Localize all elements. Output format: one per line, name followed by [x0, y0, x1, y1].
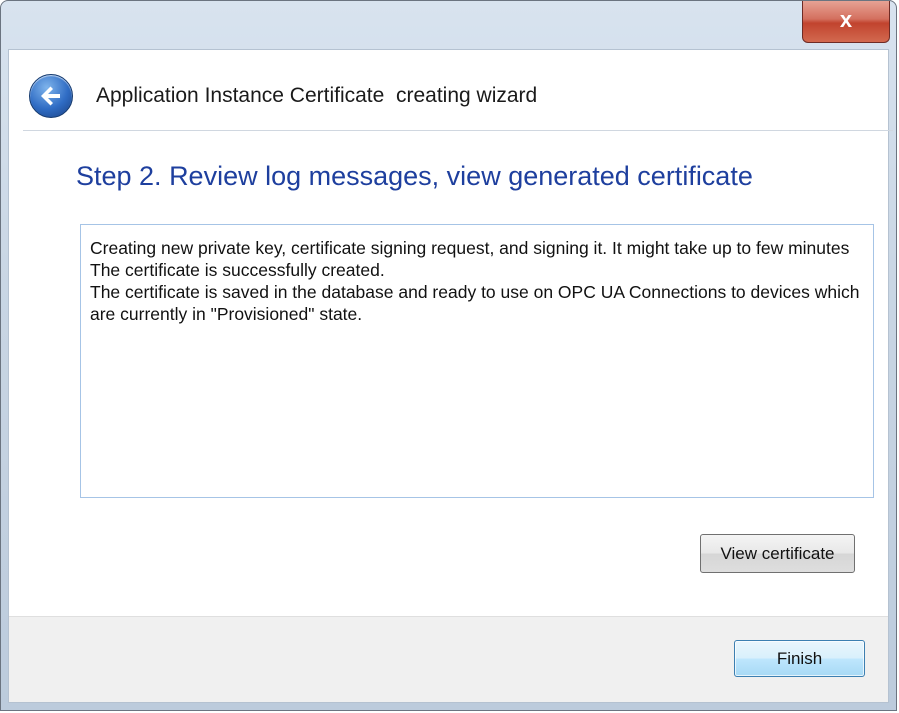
back-button[interactable] — [29, 74, 73, 118]
log-line: The certificate is saved in the database… — [90, 282, 860, 324]
view-certificate-button[interactable]: View certificate — [700, 534, 855, 573]
step-title: Step 2. Review log messages, view genera… — [76, 161, 753, 191]
wizard-title: Application Instance Certificate creatin… — [96, 84, 538, 107]
log-line: The certificate is successfully created. — [90, 260, 385, 280]
wizard-client-area: Application Instance Certificate creatin… — [8, 49, 893, 703]
finish-button[interactable]: Finish — [734, 640, 865, 677]
wizard-footer: Finish — [9, 616, 888, 702]
log-messages-box[interactable]: Creating new private key, certificate si… — [80, 224, 874, 498]
wizard-window: x Application Instance Certificate creat… — [0, 0, 897, 711]
close-icon: x — [839, 7, 853, 32]
wizard-content: Step 2. Review log messages, view genera… — [23, 130, 893, 651]
wizard-header: Application Instance Certificate creatin… — [9, 50, 888, 130]
close-button[interactable]: x — [802, 1, 890, 43]
log-line: Creating new private key, certificate si… — [90, 238, 850, 258]
back-arrow-icon — [41, 86, 60, 106]
